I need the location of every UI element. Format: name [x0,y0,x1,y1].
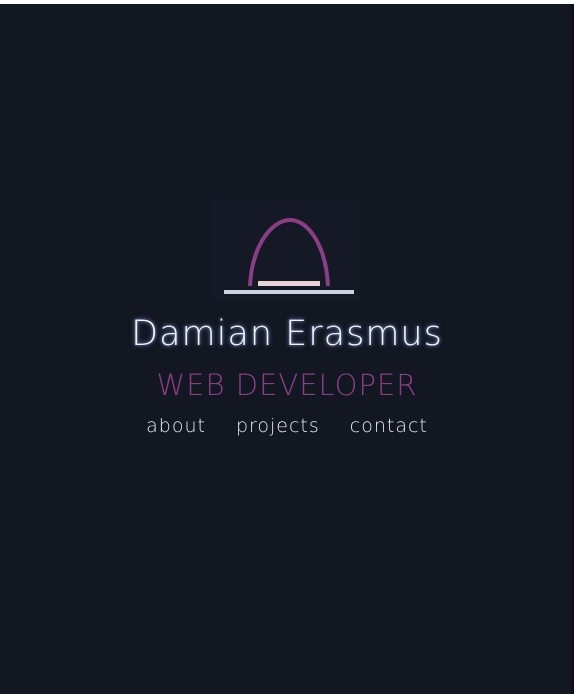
nav-link-contact[interactable]: contact [350,414,428,438]
job-title: WEB DEVELOPER [156,368,418,402]
page-title: Damian Erasmus [131,314,443,354]
nav-link-projects[interactable]: projects [236,414,320,438]
nav-link-about[interactable]: about [146,414,206,438]
arch-logo-icon [224,217,354,294]
main-nav: about projects contact [146,414,428,438]
site-logo[interactable] [212,200,362,300]
hero-section: Damian Erasmus WEB DEVELOPER about proje… [0,200,574,438]
